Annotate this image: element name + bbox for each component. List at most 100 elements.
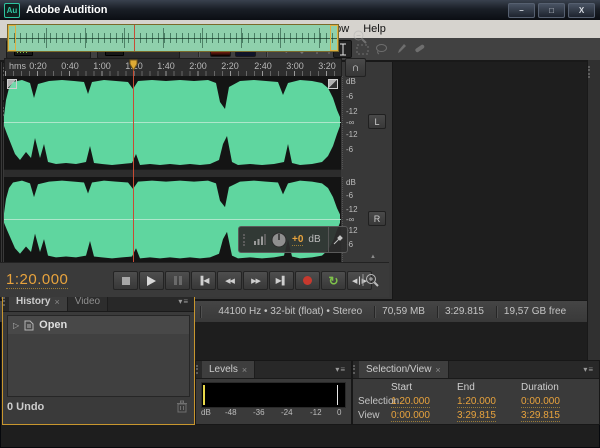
loop-icon: ↻ <box>328 274 338 288</box>
window-title: Adobe Audition <box>26 4 107 16</box>
waveform-left-channel[interactable] <box>4 76 341 169</box>
history-entry-open[interactable]: ▷ Open <box>8 316 189 334</box>
levels-scale-label: -12 <box>310 408 322 417</box>
view-end-value[interactable]: 3:29.815 <box>457 410 496 422</box>
rewind-icon: ◀◀ <box>225 277 234 285</box>
ruler-tick-label: 3:20 <box>314 61 340 71</box>
fast-forward-button[interactable]: ▶▶ <box>243 271 268 290</box>
selection-duration-value[interactable]: 0:00.000 <box>521 396 560 408</box>
col-header-start: Start <box>391 382 412 393</box>
db-label: -12 <box>346 107 358 116</box>
levels-scale: dB -48 -36 -24 -12 0 <box>201 408 344 419</box>
db-label: dB <box>346 77 356 86</box>
levels-scale-label: -36 <box>253 408 265 417</box>
db-label: -6 <box>346 191 353 200</box>
trash-icon[interactable] <box>176 400 188 413</box>
view-start-value[interactable]: 0:00.000 <box>391 410 430 422</box>
db-label: -12 <box>346 205 358 214</box>
right-channel-button[interactable]: R <box>368 211 386 226</box>
zoom-in-time-icon[interactable] <box>362 272 380 288</box>
video-tab-label: Video <box>75 296 100 307</box>
play-icon <box>147 276 156 286</box>
lasso-tool-icon[interactable] <box>373 41 390 57</box>
db-scale-left: dB -6 -12 -∞ -12 -6 <box>342 76 365 169</box>
v-scroll-up-icon[interactable]: ▲ <box>370 254 376 260</box>
meter-min-tick <box>203 385 205 405</box>
timeline-ruler[interactable]: hms 0:20 0:40 1:00 1:20 1:40 2:00 2:20 2… <box>4 58 342 77</box>
status-duration: 3:29.815 <box>445 306 484 317</box>
zoom-out-icon[interactable] <box>352 29 368 45</box>
level-meter <box>201 382 346 408</box>
editor-panel: Editor: Aqua_-_Around_the_World_-_(mp3po… <box>0 0 393 300</box>
history-entry-label: Open <box>39 319 67 331</box>
close-button[interactable]: X <box>568 3 595 18</box>
overview-range-handle-left[interactable] <box>8 25 16 51</box>
spot-healing-brush-tool-icon[interactable] <box>411 41 428 57</box>
overview-range-handle-right[interactable] <box>330 25 338 51</box>
ruler-tick-label: 2:00 <box>185 61 211 71</box>
history-tab-label: History <box>16 296 50 307</box>
left-channel-button[interactable]: L <box>368 114 386 129</box>
rewind-button[interactable]: ◀◀ <box>217 271 242 290</box>
hud-gripper[interactable] <box>243 234 245 246</box>
loop-playback-button[interactable]: ↻ <box>321 271 346 290</box>
play-state-icon: ▷ <box>13 321 19 330</box>
gain-knob-icon[interactable] <box>271 232 287 248</box>
tab-selection-view[interactable]: Selection/View × <box>359 361 449 378</box>
gain-hud[interactable]: +0 dB <box>238 226 348 253</box>
ruler-tick-label: 3:00 <box>282 61 308 71</box>
close-icon[interactable]: × <box>435 365 440 375</box>
record-icon <box>303 276 312 285</box>
levels-tab-bar: Levels × ▾≡ <box>196 361 351 379</box>
db-label: -6 <box>346 145 353 154</box>
selection-end-value[interactable]: 1:20.000 <box>457 396 496 408</box>
playhead-line[interactable] <box>133 62 134 262</box>
history-list: ▷ Open <box>7 315 190 397</box>
skip-to-start-button[interactable]: ▐◀ <box>191 271 216 290</box>
volume-bars-icon <box>254 234 266 245</box>
stop-button[interactable] <box>113 271 138 290</box>
levels-panel: Levels × ▾≡ dB -48 -36 -24 -12 0 <box>195 360 352 425</box>
play-button[interactable] <box>139 271 164 290</box>
time-display[interactable]: 1:20.000 <box>6 271 68 289</box>
transport-controls: ▐◀ ◀◀ ▶▶ ▶▌ ↻ ◀┃▶ <box>112 271 372 290</box>
panel-menu-icon[interactable]: ▾≡ <box>330 361 351 378</box>
row-label-view: View <box>358 410 380 421</box>
fade-in-handle[interactable] <box>7 79 17 89</box>
fast-forward-icon: ▶▶ <box>251 277 260 285</box>
levels-scale-label: -48 <box>225 408 237 417</box>
close-icon[interactable]: × <box>242 365 247 375</box>
document-icon <box>24 320 34 331</box>
fade-out-handle[interactable] <box>328 79 338 89</box>
ruler-tick-label: 1:00 <box>89 61 115 71</box>
col-header-duration: Duration <box>521 382 559 393</box>
levels-tab-label: Levels <box>209 364 238 375</box>
stop-icon <box>122 277 130 285</box>
levels-scale-label: -24 <box>281 408 293 417</box>
title-bar[interactable]: Au Adobe Audition – □ X <box>0 0 600 20</box>
record-button[interactable] <box>295 271 320 290</box>
skip-to-end-button[interactable]: ▶▌ <box>269 271 294 290</box>
close-icon[interactable]: × <box>54 297 59 307</box>
audition-window: Au Adobe Audition – □ X File Edit Multit… <box>0 0 600 448</box>
playhead-marker[interactable] <box>129 59 138 71</box>
maximize-button[interactable]: □ <box>538 3 565 18</box>
minimize-button[interactable]: – <box>508 3 535 18</box>
snap-toggle-button[interactable]: ∩ <box>345 58 366 77</box>
undo-count-label: 0 Undo <box>7 401 44 413</box>
view-duration-value[interactable]: 3:29.815 <box>521 410 560 422</box>
skip-start-icon: ▐◀ <box>198 276 210 285</box>
tab-levels[interactable]: Levels × <box>202 361 255 378</box>
col-header-end: End <box>457 382 475 393</box>
hud-gain-value[interactable]: +0 <box>292 234 303 246</box>
waveform-overview[interactable] <box>7 24 339 52</box>
selection-view-panel: Selection/View × ▾≡ Start End Duration S… <box>352 360 600 425</box>
panel-menu-icon[interactable]: ▾≡ <box>578 361 599 378</box>
pin-icon[interactable] <box>333 235 343 245</box>
skip-end-icon: ▶▌ <box>276 276 288 285</box>
pause-button[interactable] <box>165 271 190 290</box>
paintbrush-tool-icon[interactable] <box>392 41 409 57</box>
overview-playhead <box>134 25 135 51</box>
selection-start-value[interactable]: 1:20.000 <box>391 396 430 408</box>
status-file-size: 70,59 MB <box>382 306 425 317</box>
